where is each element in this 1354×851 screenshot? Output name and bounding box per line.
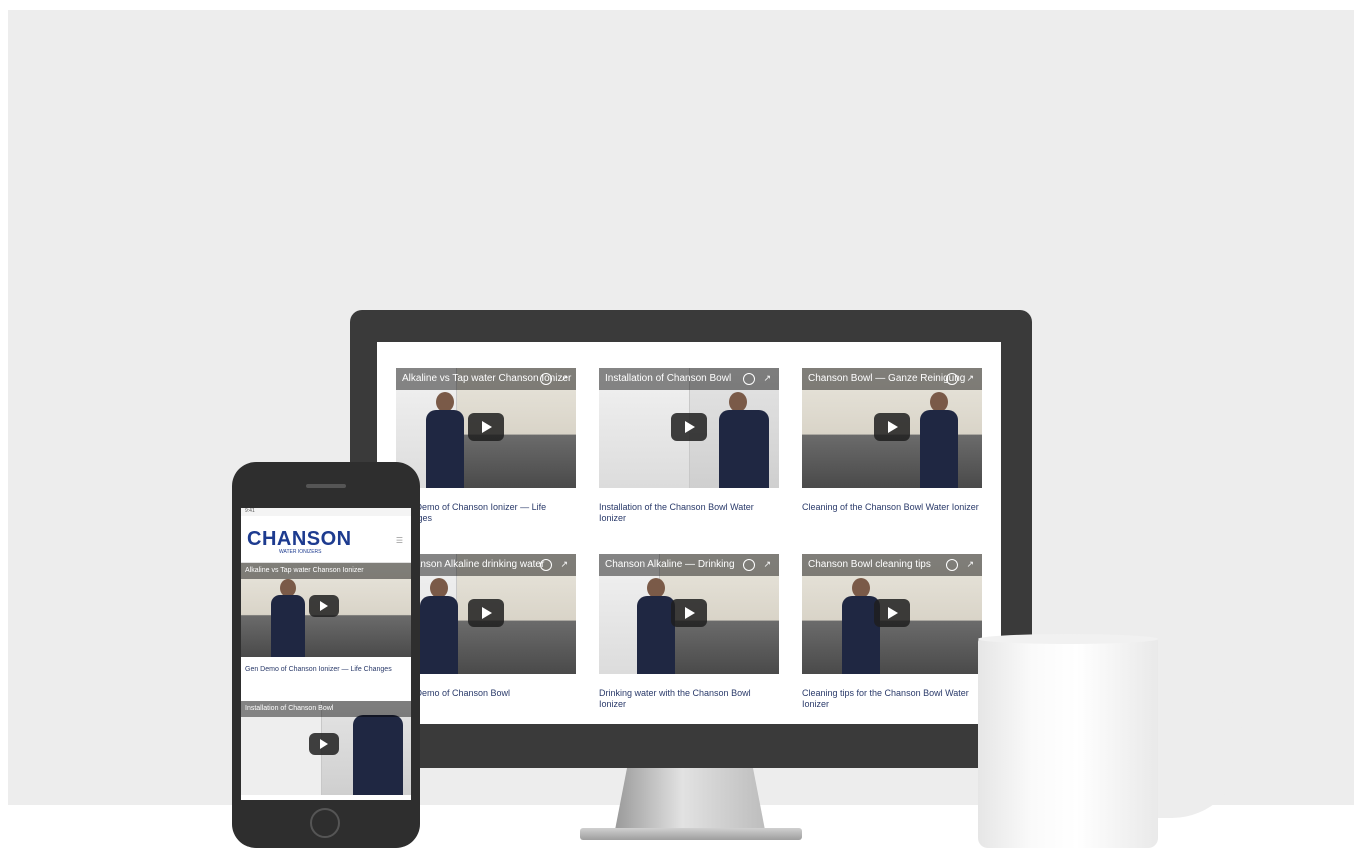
brand-logo[interactable]: CHANSON	[247, 528, 352, 551]
video-thumbnail[interactable]: Installation of Chanson Bowl ↗	[599, 368, 779, 488]
play-icon[interactable]	[671, 413, 707, 441]
play-icon[interactable]	[309, 595, 339, 617]
clock-icon[interactable]	[946, 559, 958, 571]
play-icon[interactable]	[309, 733, 339, 755]
clock-icon[interactable]	[946, 373, 958, 385]
video-thumbnail[interactable]: Chanson Alkaline — Drinking ↗	[599, 554, 779, 674]
video-card[interactable]: Installation of Chanson Bowl ↗ Installat…	[599, 368, 779, 526]
video-title: Installation of Chanson Bowl	[241, 701, 411, 717]
monitor-base	[580, 828, 802, 840]
clock-icon[interactable]	[540, 373, 552, 385]
phone-screen: 9:41 CHANSON WATER IONIZERS ☰ Alkaline v…	[241, 508, 411, 800]
play-icon[interactable]	[671, 599, 707, 627]
video-caption[interactable]: Gen Demo of Chanson Bowl	[396, 688, 576, 712]
video-caption[interactable]: Gen Demo of Chanson Ionizer — Life Chang…	[241, 657, 411, 701]
video-caption[interactable]: Gen Demo of Chanson Ionizer — Life Chang…	[396, 502, 576, 526]
play-icon[interactable]	[468, 413, 504, 441]
play-icon[interactable]	[468, 599, 504, 627]
menu-icon[interactable]: ☰	[396, 536, 403, 545]
video-thumbnail[interactable]: Alkaline vs Tap water Chanson Ionizer ↗	[396, 368, 576, 488]
clock-icon[interactable]	[743, 373, 755, 385]
video-caption[interactable]: Cleaning of the Chanson Bowl Water Ioniz…	[802, 502, 982, 526]
phone-header: CHANSON WATER IONIZERS ☰	[241, 516, 411, 563]
monitor-screen: Alkaline vs Tap water Chanson Ionizer ↗ …	[377, 342, 1001, 724]
desktop-monitor: Alkaline vs Tap water Chanson Ionizer ↗ …	[350, 310, 1032, 768]
share-icon[interactable]: ↗	[966, 373, 974, 384]
video-title: Alkaline vs Tap water Chanson Ionizer	[241, 563, 411, 579]
share-icon[interactable]: ↗	[966, 559, 974, 570]
video-thumbnail[interactable]: Chanson Bowl cleaning tips ↗	[802, 554, 982, 674]
video-thumbnail[interactable]: Chanson Alkaline drinking water ↗	[396, 554, 576, 674]
video-caption[interactable]: Drinking water with the Chanson Bowl Ion…	[599, 688, 779, 712]
video-thumbnail[interactable]: Alkaline vs Tap water Chanson Ionizer	[241, 563, 411, 657]
video-card[interactable]: Chanson Alkaline — Drinking ↗ Drinking w…	[599, 554, 779, 712]
share-icon[interactable]: ↗	[560, 559, 568, 570]
video-card[interactable]: Chanson Bowl cleaning tips ↗ Cleaning ti…	[802, 554, 982, 712]
video-card[interactable]: Chanson Alkaline drinking water ↗ Gen De…	[396, 554, 576, 712]
play-icon[interactable]	[874, 413, 910, 441]
video-caption[interactable]: Cleaning tips for the Chanson Bowl Water…	[802, 688, 982, 712]
phone-speaker	[306, 484, 346, 488]
clock-icon[interactable]	[743, 559, 755, 571]
smartphone: 9:41 CHANSON WATER IONIZERS ☰ Alkaline v…	[232, 462, 420, 848]
monitor-stand	[615, 768, 765, 830]
home-button[interactable]	[310, 808, 340, 838]
phone-status-bar: 9:41	[241, 508, 411, 516]
share-icon[interactable]: ↗	[560, 373, 568, 384]
video-caption[interactable]: Installation of the Chanson Bowl Water I…	[599, 502, 779, 526]
share-icon[interactable]: ↗	[763, 559, 771, 570]
play-icon[interactable]	[874, 599, 910, 627]
video-thumbnail[interactable]: Chanson Bowl — Ganze Reinigung ↗	[802, 368, 982, 488]
video-thumbnail[interactable]: Installation of Chanson Bowl	[241, 701, 411, 795]
video-card[interactable]: Chanson Bowl — Ganze Reinigung ↗ Cleanin…	[802, 368, 982, 526]
video-card[interactable]: Alkaline vs Tap water Chanson Ionizer ↗ …	[396, 368, 576, 526]
clock-icon[interactable]	[540, 559, 552, 571]
mug-rim	[978, 634, 1158, 644]
share-icon[interactable]: ↗	[763, 373, 771, 384]
coffee-mug	[978, 638, 1158, 848]
brand-logo-sub: WATER IONIZERS	[279, 549, 322, 555]
